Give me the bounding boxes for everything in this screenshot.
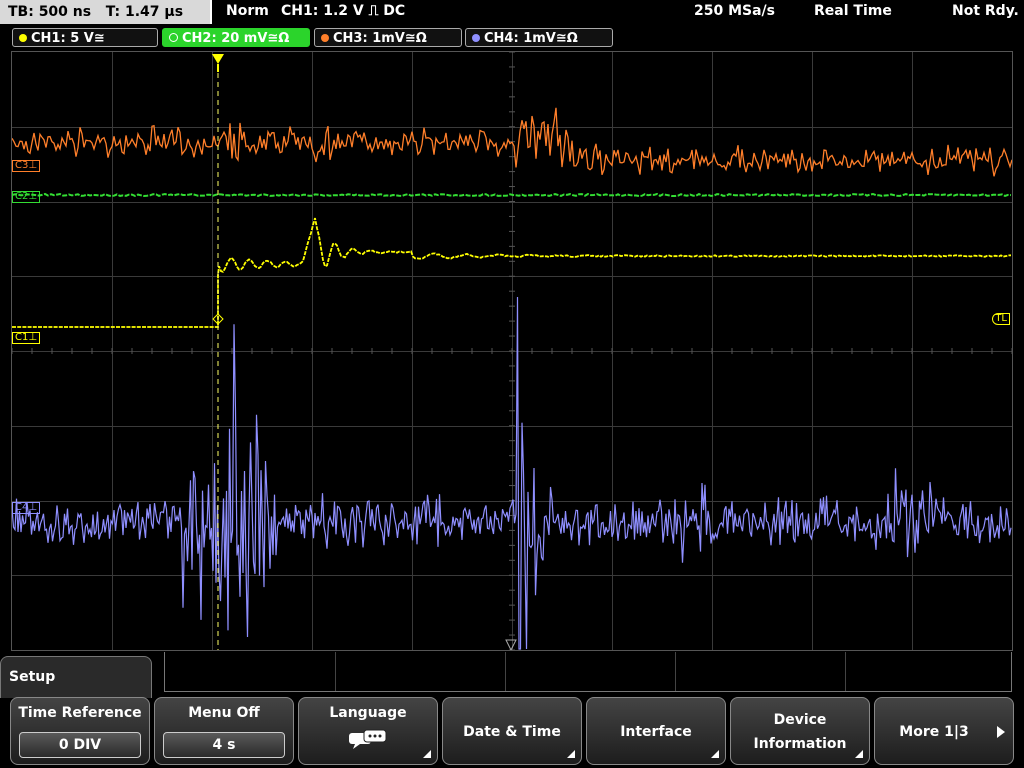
interface-softkey[interactable]: Interface — [586, 697, 726, 765]
interface-label: Interface — [620, 724, 692, 740]
channel-tab-ch4[interactable]: CH4: 1mV≅Ω — [465, 28, 613, 47]
time-reference-marker — [505, 639, 517, 650]
submenu-corner-icon — [567, 750, 575, 758]
ch2-trace — [12, 192, 1012, 198]
ch3-ground-label[interactable]: C3⊥ — [12, 160, 41, 172]
ch4-color-dot — [472, 34, 480, 42]
more-label: More 1|3 — [899, 724, 969, 740]
language-speech-bubbles-icon — [349, 729, 387, 749]
waveform-display[interactable]: C3⊥ C2⊥ C1⊥ C4⊥ TL — [11, 51, 1013, 651]
status-bar: TB: 500 ns T: 1.47 µs Norm CH1: 1.2 V ⎍ … — [0, 0, 1024, 26]
device-information-line1: Device — [773, 712, 827, 728]
info-panel — [164, 652, 1012, 692]
submenu-corner-icon — [423, 750, 431, 758]
time-reference-label: Time Reference — [18, 705, 142, 721]
language-softkey[interactable]: Language — [298, 697, 438, 765]
channel-bar: CH1: 5 V≅ CH2: 20 mV≅Ω CH3: 1mV≅Ω CH4: 1… — [0, 27, 1024, 49]
trigger-mode[interactable]: Norm — [226, 3, 269, 19]
channel-tab-ch3[interactable]: CH3: 1mV≅Ω — [314, 28, 462, 47]
ch1-ground-label[interactable]: C1⊥ — [12, 332, 41, 344]
ch3-label: CH3: 1mV≅Ω — [333, 31, 427, 46]
sample-rate: 250 MSa/s — [694, 3, 776, 19]
menu-off-softkey[interactable]: Menu Off 4 s — [154, 697, 294, 765]
date-time-softkey[interactable]: Date & Time — [442, 697, 582, 765]
more-softkey[interactable]: More 1|3 — [874, 697, 1014, 765]
language-label: Language — [329, 705, 407, 721]
next-page-arrow-icon — [997, 726, 1005, 738]
menu-off-value: 4 s — [163, 732, 285, 758]
device-information-line2: Information — [753, 736, 847, 752]
acquisition-state: Not Rdy. — [952, 3, 1019, 19]
time-reference-softkey[interactable]: Time Reference 0 DIV — [10, 697, 150, 765]
acquisition-mode: Real Time — [814, 3, 892, 19]
trigger-position-marker[interactable] — [212, 54, 224, 64]
time-reference-value: 0 DIV — [19, 732, 141, 758]
ch4-ground-label[interactable]: C4⊥ — [12, 502, 41, 514]
channel-tab-ch2[interactable]: CH2: 20 mV≅Ω — [162, 28, 310, 47]
menu-off-label: Menu Off — [188, 705, 260, 721]
timebase-value: TB: 500 ns — [8, 4, 92, 20]
submenu-corner-icon — [711, 750, 719, 758]
ch1-trace — [12, 217, 1012, 328]
ch4-label: CH4: 1mV≅Ω — [484, 31, 578, 46]
trigger-settings[interactable]: CH1: 1.2 V ⎍ DC — [281, 3, 405, 19]
ch2-ground-label[interactable]: C2⊥ — [12, 191, 41, 203]
submenu-corner-icon — [855, 750, 863, 758]
channel-tab-ch1[interactable]: CH1: 5 V≅ — [12, 28, 158, 47]
trigger-time-value: T: 1.47 µs — [105, 4, 184, 20]
trigger-level-marker[interactable]: TL — [992, 313, 1010, 325]
ch3-color-dot — [321, 34, 329, 42]
ch2-label: CH2: 20 mV≅Ω — [182, 31, 290, 46]
device-information-softkey[interactable]: Device Information — [730, 697, 870, 765]
ch2-color-dot — [169, 33, 178, 42]
waveform-svg — [12, 52, 1012, 650]
timebase-box[interactable]: TB: 500 ns T: 1.47 µs — [0, 0, 212, 24]
ch1-color-dot — [19, 34, 27, 42]
ch1-label: CH1: 5 V≅ — [31, 31, 105, 46]
menu-title: Setup — [0, 656, 152, 698]
date-time-label: Date & Time — [463, 724, 561, 740]
